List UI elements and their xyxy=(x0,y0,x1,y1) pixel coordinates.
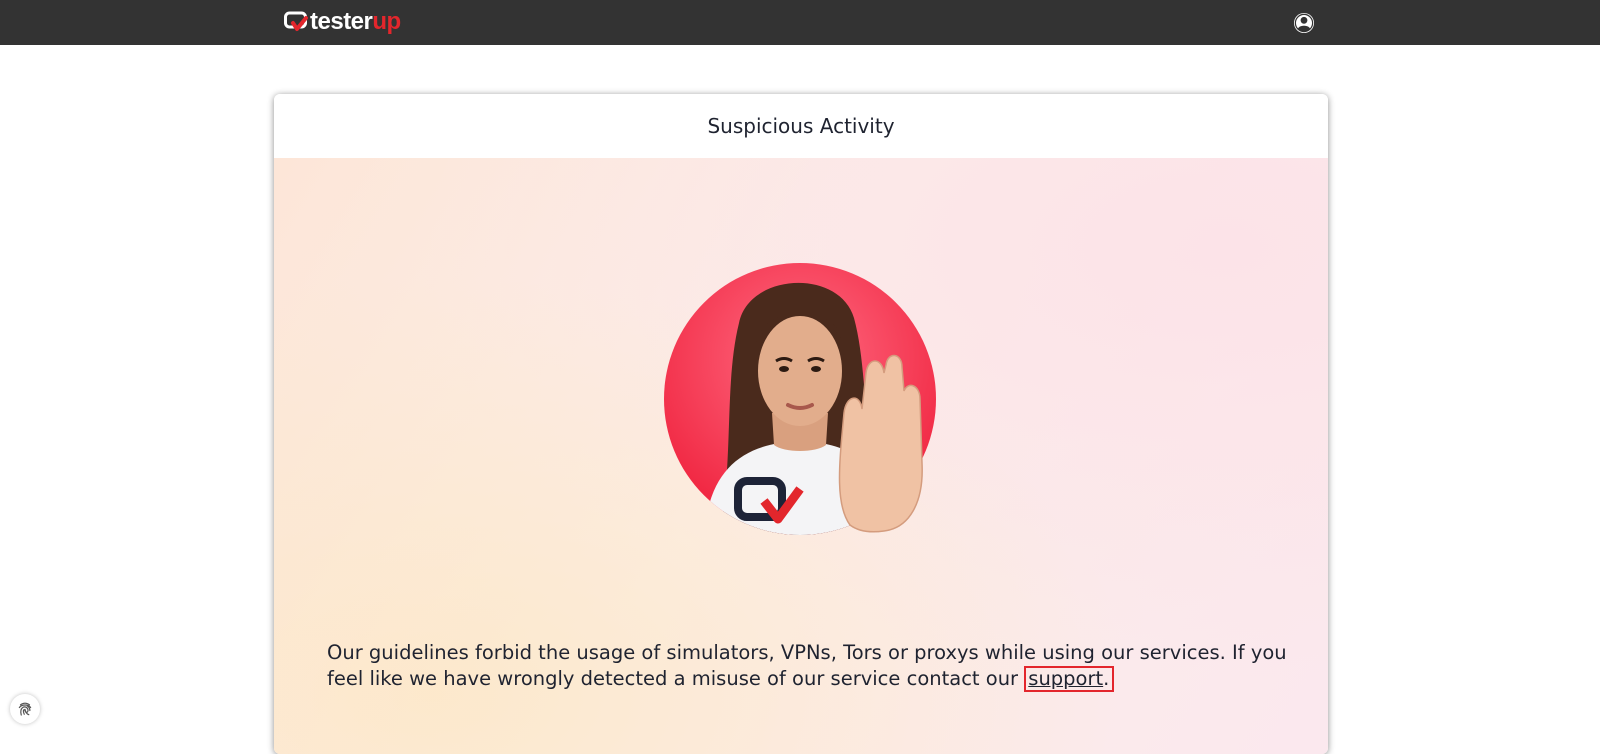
message-text: Our guidelines forbid the usage of simul… xyxy=(327,641,1287,690)
support-link-highlight: support. xyxy=(1024,666,1115,692)
fingerprint-icon xyxy=(18,702,32,716)
fingerprint-button[interactable] xyxy=(10,694,40,724)
suspicious-activity-message: Our guidelines forbid the usage of simul… xyxy=(327,640,1287,692)
testerup-logo[interactable]: testerup xyxy=(284,8,401,36)
card-header: Suspicious Activity xyxy=(274,94,1328,158)
logo-mark-icon xyxy=(284,11,308,31)
suspicious-activity-card: Suspicious Activity Our guidelines forbi… xyxy=(274,94,1328,754)
page-title: Suspicious Activity xyxy=(707,114,895,138)
message-end: . xyxy=(1103,667,1110,690)
user-circle-icon xyxy=(1294,13,1314,33)
card-body: Our guidelines forbid the usage of simul… xyxy=(274,158,1328,754)
top-navigation-bar: testerup xyxy=(0,0,1600,45)
logo-text: testerup xyxy=(310,8,401,35)
user-account-button[interactable] xyxy=(1293,12,1315,34)
support-link[interactable]: support xyxy=(1028,667,1103,690)
woman-stop-gesture-avatar xyxy=(664,263,936,535)
